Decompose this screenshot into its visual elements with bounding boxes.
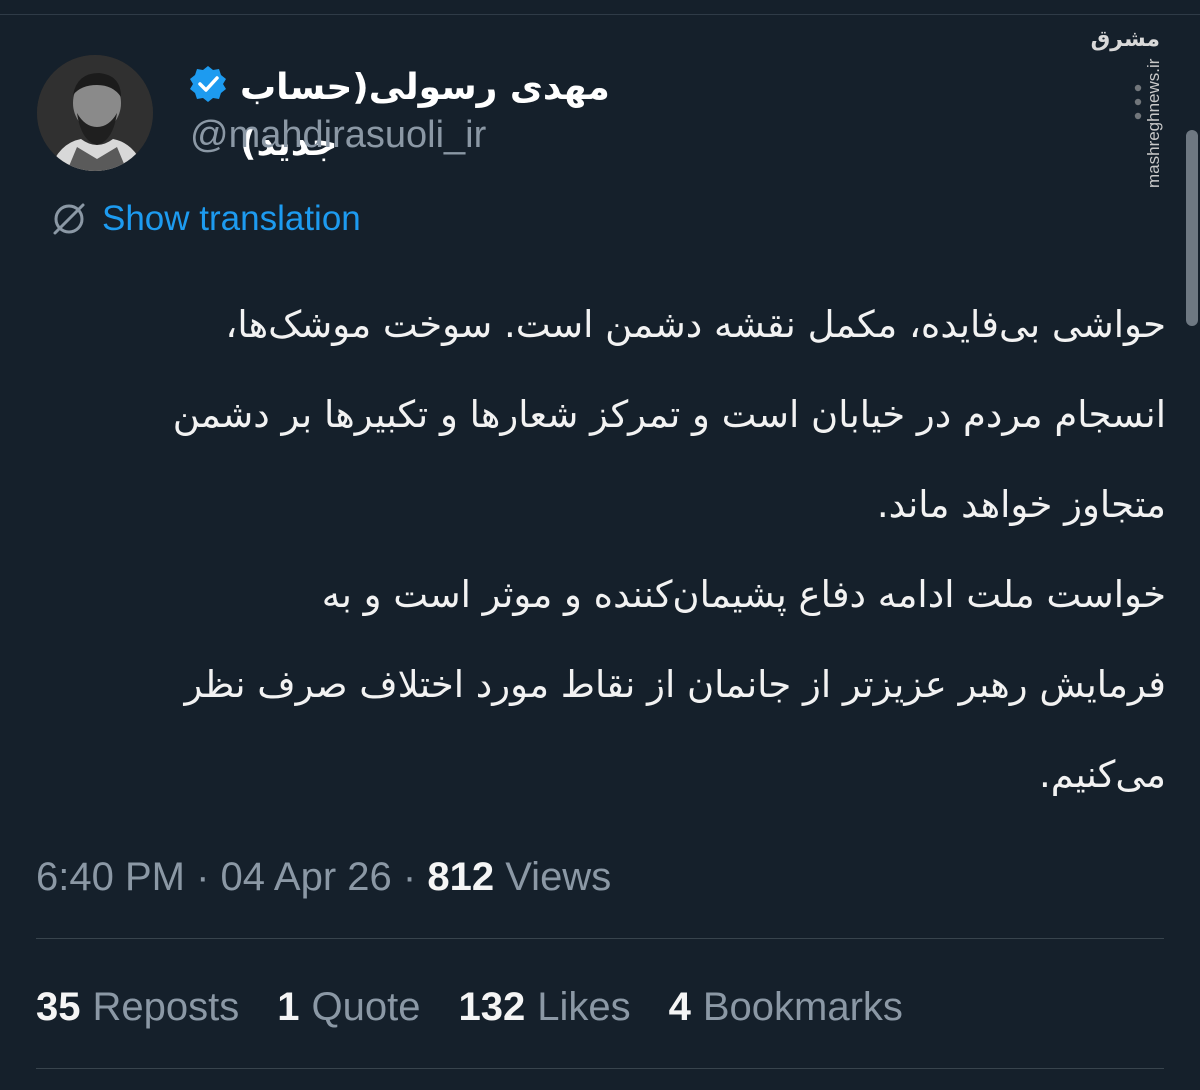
views-label: Views: [505, 855, 612, 899]
top-divider: [0, 14, 1200, 15]
avatar[interactable]: [37, 55, 153, 171]
bookmarks-label: Bookmarks: [702, 985, 903, 1029]
divider: [36, 1068, 1164, 1069]
reposts-stat[interactable]: 35 Reposts: [36, 982, 239, 1032]
likes-stat[interactable]: 132 Likes: [458, 982, 630, 1032]
tweet-line: می‌کنیم.: [1039, 753, 1166, 796]
meta-separator: ·: [196, 855, 221, 899]
views-count: 812: [427, 855, 495, 899]
show-translation-label: Show translation: [102, 199, 361, 238]
display-name[interactable]: مهدی رسولی(حساب جدید): [240, 60, 670, 164]
reposts-label: Reposts: [92, 985, 240, 1029]
quotes-label: Quote: [311, 985, 421, 1029]
scrollbar[interactable]: [1186, 130, 1198, 326]
tweet-line: انسجام مردم در خیابان است و تمرکز شعارها…: [172, 393, 1166, 436]
tweet-line: فرمایش رهبر عزیزتر از جانمان از نقاط مور…: [184, 663, 1166, 706]
likes-label: Likes: [537, 985, 631, 1029]
reposts-count: 35: [36, 985, 81, 1029]
meta-separator: ·: [402, 855, 428, 899]
quotes-stat[interactable]: 1 Quote: [277, 982, 420, 1032]
show-translation-button[interactable]: Show translation: [50, 196, 361, 242]
bookmarks-stat[interactable]: 4 Bookmarks: [669, 982, 903, 1032]
tweet-meta: 6:40 PM · 04 Apr 26 · 812 Views: [36, 852, 611, 902]
tweet-line: حواشی بی‌فایده، مکمل نقشه دشمن است. سوخت…: [225, 303, 1166, 346]
quotes-count: 1: [277, 985, 300, 1029]
bookmarks-count: 4: [668, 985, 691, 1029]
avatar-photo: [37, 55, 153, 171]
verified-badge-icon: [190, 66, 226, 102]
engagement-stats: 35 Reposts 1 Quote 132 Likes 4 Bookmarks: [36, 982, 903, 1032]
translate-icon: [53, 203, 85, 235]
user-handle[interactable]: @mahdirasuoli_ir: [190, 112, 486, 158]
tweet-line: خواست ملت ادامه دفاع پشیمان‌کننده و موثر…: [321, 573, 1166, 616]
tweet-date[interactable]: 04 Apr 26: [221, 855, 392, 899]
tweet-line: متجاوز خواهد ماند.: [876, 483, 1166, 526]
divider: [36, 938, 1164, 939]
watermark: مشرق mashreghnews.ir: [1091, 18, 1182, 188]
watermark-url: mashreghnews.ir: [1144, 58, 1163, 188]
likes-count: 132: [458, 985, 526, 1029]
tweet-text: حواشی بی‌فایده، مکمل نقشه دشمن است. سوخت…: [36, 280, 1166, 820]
tweet-time[interactable]: 6:40 PM: [36, 855, 185, 899]
